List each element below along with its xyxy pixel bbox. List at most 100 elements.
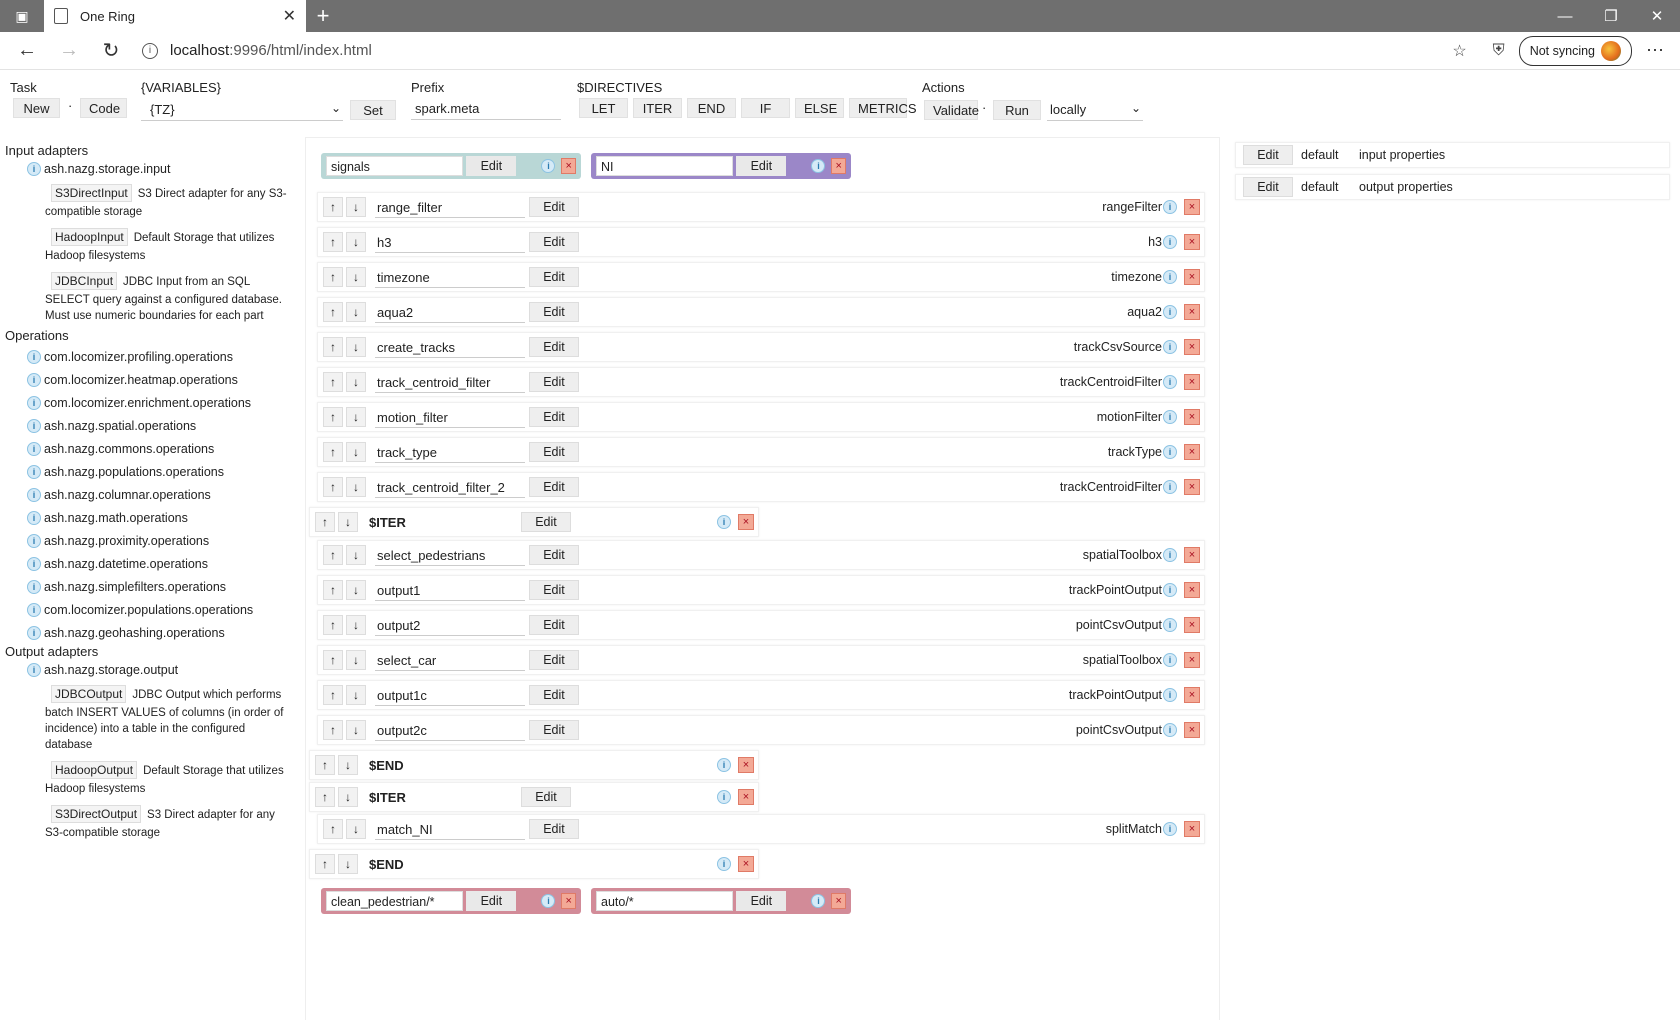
minimize-icon[interactable]: — <box>1542 0 1588 32</box>
row-edit-button[interactable]: Edit <box>521 787 571 807</box>
code-button[interactable]: Code <box>80 98 127 118</box>
info-icon[interactable]: i <box>1163 270 1177 284</box>
output-datastream-edit-button[interactable]: Edit <box>466 891 517 911</box>
operation-package[interactable]: i ash.nazg.columnar.operations <box>27 483 300 506</box>
more-menu-icon[interactable]: ⋯ <box>1646 40 1664 61</box>
input-datastream-edit-button[interactable]: Edit <box>466 156 517 176</box>
info-icon[interactable]: i <box>541 159 556 173</box>
info-icon[interactable]: i <box>1163 723 1177 737</box>
shield-icon[interactable]: ⛨ <box>1493 42 1505 60</box>
operation-package[interactable]: i ash.nazg.commons.operations <box>27 437 300 460</box>
prefix-input[interactable]: spark.meta <box>411 98 561 120</box>
move-down-button[interactable]: ↓ <box>346 442 366 462</box>
info-icon[interactable]: i <box>541 894 556 908</box>
row-name[interactable]: aqua2 <box>375 301 525 323</box>
info-icon[interactable]: i <box>1163 340 1177 354</box>
row-name[interactable]: motion_filter <box>375 406 525 428</box>
close-icon[interactable]: × <box>1184 479 1200 495</box>
info-icon[interactable]: i <box>1163 618 1177 632</box>
info-icon[interactable]: i <box>27 487 41 502</box>
operation-package[interactable]: i com.locomizer.populations.operations <box>27 598 300 621</box>
operation-package[interactable]: i ash.nazg.geohashing.operations <box>27 621 300 644</box>
operation-package[interactable]: i com.locomizer.enrichment.operations <box>27 391 300 414</box>
move-down-button[interactable]: ↓ <box>338 512 358 532</box>
move-up-button[interactable]: ↑ <box>323 442 343 462</box>
property-edit-button[interactable]: Edit <box>1243 145 1293 165</box>
operation-package[interactable]: i com.locomizer.heatmap.operations <box>27 368 300 391</box>
row-name[interactable]: track_centroid_filter <box>375 371 525 393</box>
info-icon[interactable]: i <box>27 418 41 433</box>
info-icon[interactable]: i <box>811 159 826 173</box>
favorites-star-icon[interactable]: ☆ <box>1452 41 1466 61</box>
browser-tab[interactable]: One Ring ✕ <box>44 0 306 32</box>
move-up-button[interactable]: ↑ <box>323 232 343 252</box>
info-icon[interactable]: i <box>1163 235 1177 249</box>
move-down-button[interactable]: ↓ <box>338 755 358 775</box>
info-icon[interactable]: i <box>1163 583 1177 597</box>
info-icon[interactable]: i <box>27 441 41 456</box>
row-name[interactable]: output1c <box>375 684 525 706</box>
close-icon[interactable]: × <box>738 514 754 530</box>
close-icon[interactable]: × <box>1184 652 1200 668</box>
move-up-button[interactable]: ↑ <box>315 512 335 532</box>
move-down-button[interactable]: ↓ <box>346 819 366 839</box>
info-icon[interactable]: i <box>1163 200 1177 214</box>
close-icon[interactable]: × <box>1184 409 1200 425</box>
profile-sync-button[interactable]: Not syncing <box>1518 35 1632 66</box>
info-icon[interactable]: i <box>27 395 41 410</box>
row-edit-button[interactable]: Edit <box>529 197 579 217</box>
info-icon[interactable]: i <box>1163 653 1177 667</box>
info-icon[interactable]: i <box>717 857 731 871</box>
move-up-button[interactable]: ↑ <box>323 337 343 357</box>
row-name[interactable]: $ITER <box>367 786 517 808</box>
row-name[interactable]: output2c <box>375 719 525 741</box>
info-icon[interactable]: i <box>1163 822 1177 836</box>
close-icon[interactable]: × <box>738 789 754 805</box>
directive-end-button[interactable]: END <box>687 98 736 118</box>
run-mode-select[interactable]: locally ⌄ <box>1047 99 1143 121</box>
operation-package[interactable]: i ash.nazg.math.operations <box>27 506 300 529</box>
row-name[interactable]: range_filter <box>375 196 525 218</box>
move-up-button[interactable]: ↑ <box>315 755 335 775</box>
row-edit-button[interactable]: Edit <box>529 545 579 565</box>
info-icon[interactable]: i <box>1163 480 1177 494</box>
close-icon[interactable]: × <box>1184 199 1200 215</box>
close-icon[interactable]: × <box>831 158 846 174</box>
row-name[interactable]: output2 <box>375 614 525 636</box>
back-icon[interactable]: ← <box>6 39 48 62</box>
output-package[interactable]: i ash.nazg.storage.output <box>27 658 300 681</box>
adapter-name-button[interactable]: S3DirectInput <box>51 184 132 202</box>
move-up-button[interactable]: ↑ <box>323 545 343 565</box>
adapter-name-button[interactable]: HadoopOutput <box>51 761 138 779</box>
row-edit-button[interactable]: Edit <box>529 580 579 600</box>
row-name[interactable]: timezone <box>375 266 525 288</box>
row-name[interactable]: output1 <box>375 579 525 601</box>
close-icon[interactable]: × <box>1184 547 1200 563</box>
move-down-button[interactable]: ↓ <box>338 854 358 874</box>
adapter-name-button[interactable]: HadoopInput <box>51 228 128 246</box>
refresh-icon[interactable]: ↻ <box>90 38 132 63</box>
move-down-button[interactable]: ↓ <box>346 232 366 252</box>
info-icon[interactable]: i <box>27 349 41 364</box>
info-icon[interactable]: i <box>27 161 41 176</box>
row-edit-button[interactable]: Edit <box>529 337 579 357</box>
url-field[interactable]: i localhost:9996/html/index.html <box>132 42 1452 59</box>
directive-else-button[interactable]: ELSE <box>795 98 844 118</box>
move-down-button[interactable]: ↓ <box>346 685 366 705</box>
move-down-button[interactable]: ↓ <box>346 720 366 740</box>
info-icon[interactable]: i <box>717 790 731 804</box>
move-down-button[interactable]: ↓ <box>346 302 366 322</box>
row-edit-button[interactable]: Edit <box>529 302 579 322</box>
close-icon[interactable]: × <box>831 893 846 909</box>
close-icon[interactable]: × <box>561 893 576 909</box>
operation-package[interactable]: i ash.nazg.simplefilters.operations <box>27 575 300 598</box>
move-up-button[interactable]: ↑ <box>315 787 335 807</box>
move-up-button[interactable]: ↑ <box>323 267 343 287</box>
info-icon[interactable]: i <box>1163 410 1177 424</box>
run-button[interactable]: Run <box>993 100 1041 120</box>
row-edit-button[interactable]: Edit <box>529 267 579 287</box>
info-icon[interactable]: i <box>27 625 41 640</box>
directive-metrics-button[interactable]: METRICS <box>849 98 917 118</box>
row-name[interactable]: select_car <box>375 649 525 671</box>
move-down-button[interactable]: ↓ <box>346 337 366 357</box>
